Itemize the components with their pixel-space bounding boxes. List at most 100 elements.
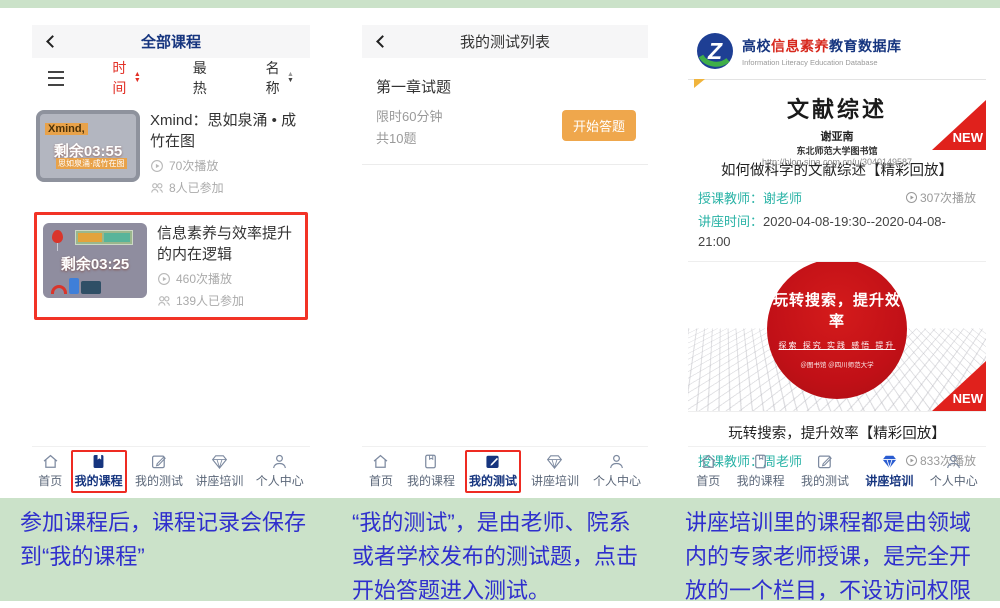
thumb-ribbon: 思如泉涌·成竹在图 [56, 158, 127, 169]
book-icon [421, 452, 440, 471]
nav-item-home[interactable]: 首页 [365, 450, 397, 491]
svg-text:Z: Z [707, 38, 723, 64]
header-bar: 全部课程 [32, 25, 310, 58]
nav-label: 个人中心 [930, 472, 978, 489]
countdown-label: 剩余03:25 [43, 253, 147, 274]
sort-time-label: 时间 [112, 58, 130, 98]
play-count-label: 460次播放 [176, 270, 232, 287]
promo-credit: ＠图书馆 ＠四川师范大学 [800, 359, 873, 369]
play-count-label: 307次播放 [920, 189, 976, 206]
sort-time[interactable]: 时间 ▲▼ [112, 58, 140, 98]
bottom-nav: 首页 我的课程 我的测试 讲座培训 [32, 446, 310, 492]
filter-row: 时间 ▲▼ 最热 名称 ▲▼ [32, 58, 310, 98]
play-icon [905, 191, 918, 204]
sort-name-label: 名称 [266, 58, 284, 98]
nav-label: 个人中心 [256, 472, 304, 489]
sort-hot[interactable]: 最热 [193, 58, 214, 98]
course-card-info-literacy[interactable]: 剩余03:25 信息素养与效率提升的内在逻辑 460次播放 [43, 223, 299, 309]
nav-label: 个人中心 [593, 472, 641, 489]
site-header: Z 高校信息素养教育数据库 Information Literacy Educa… [688, 25, 986, 80]
devices-graphic [51, 278, 101, 294]
nav-item-my-courses[interactable]: 我的课程 [733, 450, 789, 491]
nav-item-profile[interactable]: 个人中心 [252, 450, 308, 491]
lecture-time: 讲座时间：2020-04-08-19:30--2020-04-08-21:00 [698, 212, 976, 252]
brand-text: 高校信息素养教育数据库 Information Literacy Educati… [742, 36, 902, 67]
promo-headline: 玩转搜索，提升效率 [767, 289, 907, 331]
menu-icon[interactable] [48, 71, 64, 86]
home-icon [699, 452, 718, 471]
new-label: NEW [953, 391, 983, 406]
diamond-icon [210, 452, 229, 471]
brand-title: 高校信息素养教育数据库 [742, 36, 902, 56]
lecture-title: 玩转搜索，提升效率【精彩回放】 [698, 422, 976, 443]
nav-item-my-courses[interactable]: 我的课程 [403, 450, 459, 491]
nav-item-profile[interactable]: 个人中心 [926, 450, 982, 491]
nav-label: 首页 [696, 472, 720, 489]
play-icon [150, 159, 164, 173]
brand-part3: 教育数据库 [829, 38, 902, 54]
brand-part2: 信息素养 [771, 38, 829, 54]
nav-label: 我的课程 [75, 472, 123, 489]
new-badge: NEW [932, 361, 986, 411]
home-icon [371, 452, 390, 471]
screenshot-lectures: Z 高校信息素养教育数据库 Information Literacy Educa… [688, 25, 986, 492]
thumb-badge: Xmind, [45, 123, 88, 135]
nav-item-my-tests[interactable]: 我的测试 [797, 450, 853, 491]
participant-count: 139人已参加 [157, 292, 299, 309]
time-label: 讲座时间： [698, 214, 763, 229]
course-thumbnail: 剩余03:25 [43, 223, 147, 298]
nav-label: 我的测试 [469, 472, 517, 489]
whiteboard-graphic [75, 230, 133, 245]
nav-item-lectures[interactable]: 讲座培训 [527, 450, 583, 491]
nav-item-home[interactable]: 首页 [692, 450, 724, 491]
nav-label: 讲座培训 [865, 472, 913, 489]
nav-label: 我的测试 [135, 472, 183, 489]
nav-item-lectures[interactable]: 讲座培训 [861, 450, 917, 491]
participant-count-label: 139人已参加 [176, 292, 244, 309]
sort-name[interactable]: 名称 ▲▼ [266, 58, 294, 98]
promo-tags: 探索 探究 实践 感悟 提升 [779, 340, 896, 351]
nav-item-lectures[interactable]: 讲座培训 [191, 450, 247, 491]
nav-label: 讲座培训 [531, 472, 579, 489]
caption-lectures: 讲座培训里的课程都是由领域内的专家老师授课，是完全开放的一个栏目，不设访问权限 [685, 506, 981, 608]
brand-subtitle: Information Literacy Education Database [742, 58, 902, 67]
screenshot-test-list: 我的测试列表 第一章试题 限时60分钟 共10题 开始答题 首页 我的课程 我的 [362, 25, 648, 492]
nav-label: 我的课程 [407, 472, 455, 489]
database-logo-icon: Z [696, 32, 734, 70]
edit-icon [149, 452, 168, 471]
nav-item-profile[interactable]: 个人中心 [589, 450, 645, 491]
lecture-promo-image[interactable]: 玩转搜索，提升效率 探索 探究 实践 感悟 提升 ＠图书馆 ＠四川师范大学 NE… [688, 262, 986, 412]
play-count: 70次播放 [150, 157, 306, 174]
red-circle-graphic: 玩转搜索，提升效率 探索 探究 实践 感悟 提升 ＠图书馆 ＠四川师范大学 [767, 262, 907, 399]
play-icon [157, 272, 171, 286]
caption-my-courses: 参加课程后，课程记录会保存到“我的课程” [20, 506, 316, 574]
course-thumbnail: Xmind, 剩余03:55 思如泉涌·成竹在图 [36, 110, 140, 182]
diamond-icon [880, 452, 899, 471]
nav-label: 首页 [369, 472, 393, 489]
person-icon [607, 452, 626, 471]
lecture-banner[interactable]: 文献综述 谢亚南 东北师范大学图书馆 http://blog.sina.com.… [688, 80, 986, 150]
nav-item-my-courses[interactable]: 我的课程 [71, 450, 127, 493]
brand-part1: 高校 [742, 38, 771, 54]
test-list-item: 第一章试题 限时60分钟 共10题 开始答题 [362, 66, 648, 165]
course-card-xmind[interactable]: Xmind, 剩余03:55 思如泉涌·成竹在图 Xmind：思如泉涌 • 成竹… [36, 110, 306, 196]
home-icon [41, 452, 60, 471]
top-green-strip [0, 0, 1000, 8]
new-label: NEW [953, 130, 983, 145]
nav-item-home[interactable]: 首页 [34, 450, 66, 491]
banner-url: http://blog.sina.com.cn/u/3040149587 [688, 157, 986, 167]
nav-item-my-tests[interactable]: 我的测试 [465, 450, 521, 493]
edit-icon [483, 452, 502, 471]
nav-label: 我的课程 [737, 472, 785, 489]
caption-my-tests: “我的测试”，是由老师、院系或者学校发布的测试题，点击开始答题进入测试。 [352, 506, 648, 608]
highlight-box: 剩余03:25 信息素养与效率提升的内在逻辑 460次播放 [34, 212, 308, 320]
start-test-button[interactable]: 开始答题 [562, 110, 636, 141]
participant-count: 8人已参加 [150, 179, 306, 196]
page-title: 全部课程 [32, 31, 310, 52]
participant-count-label: 8人已参加 [169, 179, 224, 196]
play-count: 307次播放 [905, 189, 976, 206]
book-icon [89, 452, 108, 471]
play-count: 460次播放 [157, 270, 299, 287]
nav-item-my-tests[interactable]: 我的测试 [131, 450, 187, 491]
page-title: 我的测试列表 [362, 31, 648, 52]
